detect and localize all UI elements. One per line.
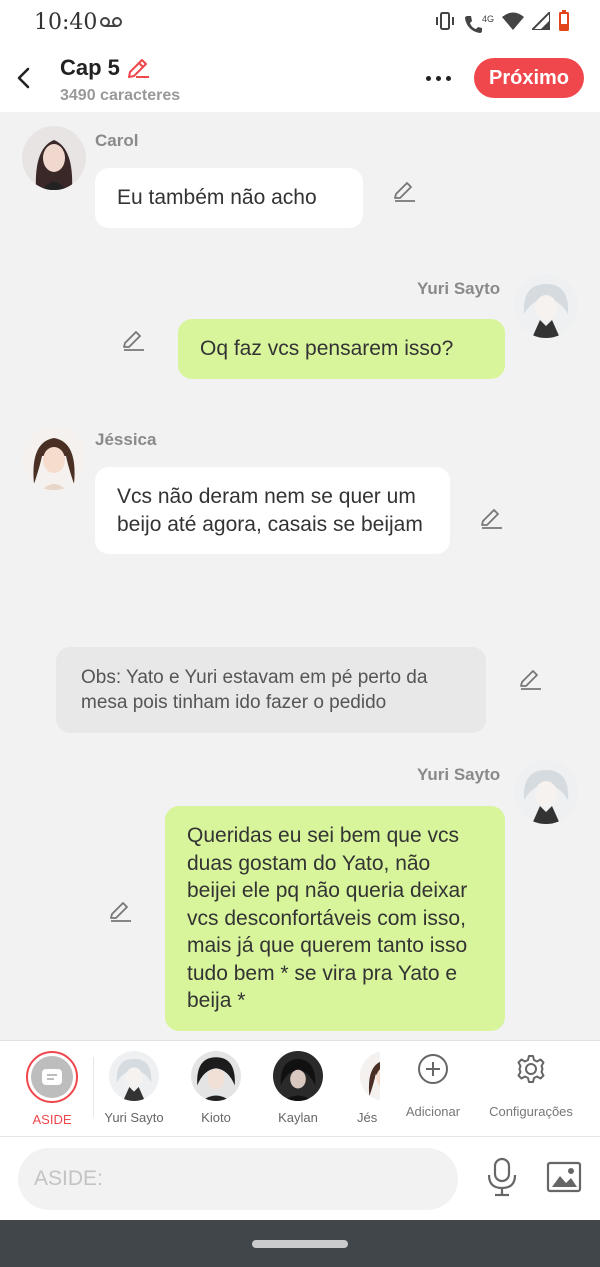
- header: Cap 5 3490 caracteres Próximo: [0, 46, 600, 112]
- chapter-title[interactable]: Cap 5: [60, 55, 120, 81]
- character-kaylan[interactable]: Kaylan: [258, 1051, 338, 1125]
- avatar-carol[interactable]: [22, 126, 86, 190]
- character-selector-bar: ASIDE Yuri Sayto Kioto Kaylan Jés Adicio…: [0, 1040, 600, 1136]
- character-kioto[interactable]: Kioto: [176, 1051, 256, 1125]
- avatar: [360, 1051, 380, 1101]
- settings-button[interactable]: Configurações: [484, 1053, 578, 1119]
- aside-label: ASIDE: [32, 1112, 72, 1127]
- more-dot-icon: [425, 75, 431, 81]
- sender-name: Jéssica: [95, 430, 157, 449]
- more-dot-icon: [435, 75, 441, 81]
- network-type-label: 4G: [481, 13, 494, 24]
- sender-name: Carol: [95, 131, 139, 150]
- image-icon: [546, 1161, 582, 1193]
- character-name: Jés: [357, 1110, 378, 1125]
- avatar: [273, 1051, 323, 1101]
- system-nav-bar: [0, 1220, 600, 1267]
- status-time: 10:40: [34, 10, 98, 35]
- edit-message-icon[interactable]: [107, 897, 133, 923]
- edit-message-icon[interactable]: [391, 177, 417, 203]
- sender-name: Yuri Sayto: [417, 765, 501, 784]
- microphone-button[interactable]: [486, 1157, 518, 1202]
- character-jessica[interactable]: Jés: [340, 1051, 380, 1125]
- character-name: Kioto: [201, 1110, 231, 1125]
- gear-icon: [517, 1055, 545, 1083]
- more-options-button[interactable]: [420, 66, 456, 90]
- edit-message-icon[interactable]: [120, 326, 146, 352]
- input-bar: [0, 1136, 600, 1220]
- settings-label: Configurações: [489, 1104, 573, 1119]
- image-button[interactable]: [546, 1161, 582, 1198]
- add-circle-icon: [418, 1054, 448, 1084]
- avatar-jessica[interactable]: [22, 426, 86, 490]
- message-bubble[interactable]: Queridas eu sei bem que vcs duas gostam …: [165, 806, 505, 1031]
- status-icons: 4G: [434, 9, 570, 37]
- battery-low-icon: [558, 10, 570, 37]
- avatar: [109, 1051, 159, 1101]
- voicemail-icon: [100, 15, 122, 33]
- edit-message-icon[interactable]: [478, 504, 504, 530]
- home-gesture-pill[interactable]: [252, 1240, 348, 1248]
- title-edit-icon[interactable]: [126, 56, 150, 85]
- chat-bubble-icon: [42, 1069, 62, 1085]
- edit-message-icon[interactable]: [517, 665, 543, 691]
- character-yuri-sayto[interactable]: Yuri Sayto: [94, 1051, 174, 1125]
- next-button[interactable]: Próximo: [474, 58, 584, 98]
- message-input[interactable]: [18, 1148, 458, 1210]
- character-name: Kaylan: [278, 1110, 318, 1125]
- wifi-calling-icon: 4G: [464, 14, 494, 34]
- back-arrow-icon: [17, 67, 30, 89]
- aside-avatar: [26, 1051, 78, 1103]
- character-name: Yuri Sayto: [104, 1110, 164, 1125]
- avatar-yuri-sayto[interactable]: [514, 760, 578, 824]
- wifi-icon: [502, 12, 524, 35]
- vibrate-icon: [434, 11, 456, 36]
- signal-icon: [529, 9, 551, 35]
- back-button[interactable]: [10, 64, 36, 92]
- aside-character[interactable]: ASIDE: [12, 1051, 92, 1127]
- avatar: [191, 1051, 241, 1101]
- microphone-icon: [487, 1157, 517, 1197]
- message-bubble[interactable]: Eu também não acho: [95, 168, 363, 228]
- chat-area[interactable]: Carol Eu também não acho Yuri Sayto Oq f…: [0, 112, 600, 1040]
- add-character-button[interactable]: Adicionar: [398, 1053, 468, 1119]
- add-label: Adicionar: [405, 1104, 461, 1119]
- avatar-yuri-sayto[interactable]: [514, 274, 578, 338]
- message-bubble[interactable]: Vcs não deram nem se quer um beijo até a…: [95, 467, 450, 554]
- status-bar: 10:40 4G: [0, 0, 600, 46]
- more-dot-icon: [445, 75, 451, 81]
- message-bubble[interactable]: Oq faz vcs pensarem isso?: [178, 319, 505, 379]
- sender-name: Yuri Sayto: [417, 279, 501, 298]
- character-count: 3490 caracteres: [60, 87, 181, 104]
- narration-note[interactable]: Obs: Yato e Yuri estavam em pé perto da …: [56, 647, 486, 733]
